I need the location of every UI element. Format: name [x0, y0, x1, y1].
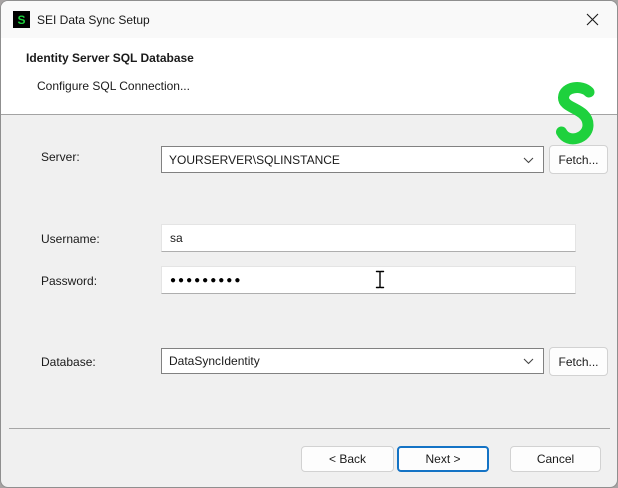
cancel-button-label: Cancel: [537, 452, 574, 466]
back-button-label: < Back: [329, 452, 366, 466]
database-fetch-button[interactable]: Fetch...: [549, 347, 608, 376]
password-label: Password:: [41, 274, 97, 288]
app-icon-letter: S: [17, 13, 25, 27]
server-label: Server:: [41, 150, 80, 164]
database-value: DataSyncIdentity: [169, 354, 517, 368]
text-cursor-ibeam-icon: [375, 270, 385, 289]
database-combobox[interactable]: DataSyncIdentity: [161, 348, 544, 374]
title-bar: S SEI Data Sync Setup: [1, 1, 617, 38]
chevron-down-icon: [523, 157, 534, 164]
server-combobox[interactable]: YOURSERVER\SQLINSTANCE: [161, 146, 544, 173]
app-icon: S: [13, 11, 30, 28]
username-value: sa: [170, 231, 183, 245]
username-label: Username:: [41, 232, 100, 246]
close-button[interactable]: [569, 1, 615, 38]
server-fetch-button[interactable]: Fetch...: [549, 145, 608, 174]
page-title: Identity Server SQL Database: [26, 51, 194, 65]
password-masked-value: ●●●●●●●●●: [170, 275, 242, 286]
back-button[interactable]: < Back: [301, 446, 394, 472]
wizard-header: Identity Server SQL Database Configure S…: [1, 38, 617, 115]
password-input[interactable]: ●●●●●●●●●: [161, 266, 576, 294]
chevron-down-icon: [523, 358, 534, 365]
cancel-button[interactable]: Cancel: [510, 446, 601, 472]
server-value: YOURSERVER\SQLINSTANCE: [169, 153, 517, 167]
next-button-label: Next >: [425, 452, 460, 466]
server-fetch-label: Fetch...: [558, 153, 598, 167]
window-title: SEI Data Sync Setup: [37, 13, 150, 27]
page-subtitle: Configure SQL Connection...: [37, 79, 190, 93]
next-button[interactable]: Next >: [397, 446, 489, 472]
brand-logo-s-icon: [555, 80, 597, 150]
close-icon: [586, 13, 599, 26]
footer-separator: [9, 428, 610, 429]
database-fetch-label: Fetch...: [558, 355, 598, 369]
database-label: Database:: [41, 355, 96, 369]
setup-wizard-window: S SEI Data Sync Setup Identity Server SQ…: [0, 0, 618, 488]
username-input[interactable]: sa: [161, 224, 576, 252]
